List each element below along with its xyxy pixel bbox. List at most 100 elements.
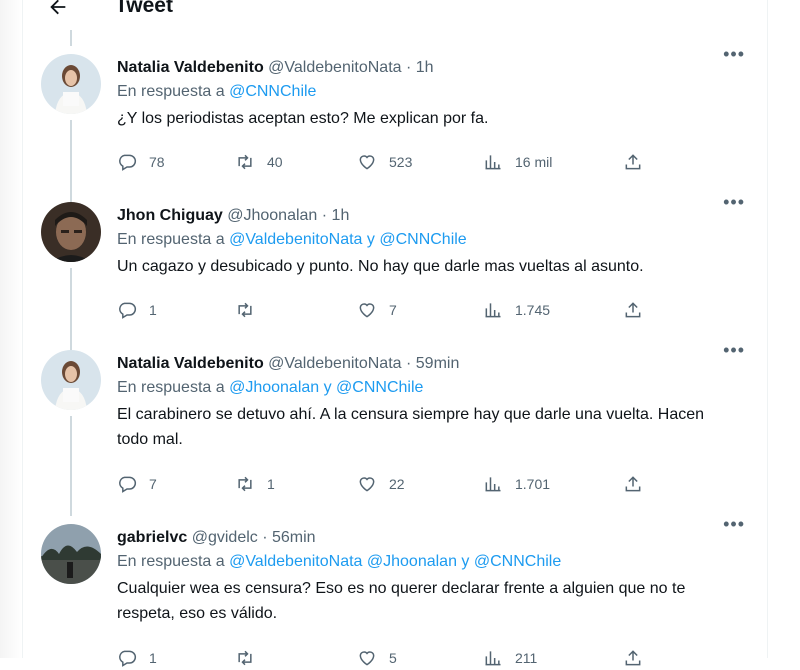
tweet-text: Cualquier wea es censura? Eso es no quer… (117, 580, 686, 622)
tweet-actions: 1 5 211 (117, 646, 657, 670)
author-handle[interactable]: @gvidelc (192, 529, 258, 546)
avatar[interactable] (41, 524, 101, 584)
reply-context: En respuesta a @CNNChile (117, 80, 747, 106)
arrow-left-icon[interactable] (47, 0, 69, 23)
reply-mentions[interactable]: @CNNChile (229, 83, 316, 100)
retweet-icon (238, 302, 252, 318)
reply-button[interactable]: 1 (117, 298, 157, 322)
avatar[interactable] (41, 350, 101, 410)
share-icon (625, 650, 641, 666)
views-button[interactable]: 1.701 (483, 472, 550, 496)
tweet-thread-panel: Tweet Natalia Valdebenito @ValdebenitoNa… (22, 0, 768, 667)
share-button[interactable] (623, 646, 643, 670)
tweet-body: gabrielvc @gvidelc · 56min En respuesta … (117, 526, 747, 667)
view-count: 211 (515, 650, 538, 666)
tweet-4[interactable]: gabrielvc @gvidelc · 56min En respuesta … (23, 510, 767, 667)
thread-line (70, 162, 72, 178)
retweet-icon (238, 650, 252, 666)
more-options-icon[interactable]: ••• (723, 192, 745, 213)
reply-context: En respuesta a @Jhoonalan y @CNNChile (117, 376, 747, 402)
tweet-actions: 7 1 22 1.701 (117, 472, 657, 496)
author-handle[interactable]: @ValdebenitoNata (268, 59, 401, 76)
views-icon (485, 651, 501, 666)
page-title: Tweet (115, 0, 173, 17)
tweet-time[interactable]: · 1h (322, 207, 350, 224)
reply-button[interactable]: 7 (117, 472, 157, 496)
like-count: 5 (389, 650, 397, 666)
reply-mentions[interactable]: @ValdebenitoNata @Jhoonalan y @CNNChile (229, 553, 561, 570)
like-count: 22 (389, 476, 405, 492)
thread-line (70, 30, 72, 46)
share-button[interactable] (623, 472, 643, 496)
like-button[interactable]: 7 (357, 298, 397, 322)
views-button[interactable]: 1.745 (483, 298, 550, 322)
author-handle[interactable]: @ValdebenitoNata (268, 355, 401, 372)
retweet-button[interactable]: 1 (235, 472, 275, 496)
view-count: 16 mil (515, 154, 553, 170)
tweet-time[interactable]: · 1h (406, 59, 434, 76)
reply-button[interactable]: 1 (117, 646, 157, 670)
like-button[interactable]: 523 (357, 150, 412, 174)
share-icon (625, 154, 641, 170)
retweet-button[interactable] (235, 298, 267, 322)
tweet-body: Jhon Chiguay @Jhoonalan · 1h En respuest… (117, 204, 747, 319)
more-options-icon[interactable]: ••• (723, 340, 745, 361)
like-button[interactable]: 22 (357, 472, 405, 496)
more-options-icon[interactable]: ••• (723, 44, 745, 65)
reply-icon (119, 650, 137, 667)
more-options-icon[interactable]: ••• (723, 514, 745, 535)
reply-count: 7 (149, 476, 157, 492)
tweet-text: El carabinero se detuvo ahí. A la censur… (117, 406, 705, 448)
author-name[interactable]: Jhon Chiguay (117, 207, 223, 224)
retweet-count: 40 (267, 154, 283, 170)
view-count: 1.701 (515, 476, 551, 492)
avatar[interactable] (41, 202, 101, 262)
share-button[interactable] (623, 150, 643, 174)
tweet-body: Natalia Valdebenito @ValdebenitoNata · 5… (117, 352, 747, 493)
reply-icon (119, 476, 137, 493)
reply-context: En respuesta a @ValdebenitoNata y @CNNCh… (117, 228, 747, 254)
heart-icon (359, 155, 375, 170)
views-button[interactable]: 16 mil (483, 150, 552, 174)
reply-prefix: En respuesta a (117, 553, 225, 570)
heart-icon (359, 303, 375, 318)
like-button[interactable]: 5 (357, 646, 397, 670)
reply-icon (119, 154, 137, 171)
reply-button[interactable]: 78 (117, 150, 165, 174)
share-button[interactable] (623, 298, 643, 322)
view-count: 1.745 (515, 302, 551, 318)
heart-icon (359, 651, 375, 666)
tweet-time[interactable]: · 56min (262, 529, 315, 546)
heart-icon (359, 477, 375, 492)
reply-prefix: En respuesta a (117, 379, 225, 396)
tweet-text: ¿Y los periodistas aceptan esto? Me expl… (117, 110, 489, 127)
tweet-text: Un cagazo y desubicado y punto. No hay q… (117, 258, 644, 275)
reply-prefix: En respuesta a (117, 83, 225, 100)
author-handle[interactable]: @Jhoonalan (227, 207, 317, 224)
reply-icon (119, 302, 137, 319)
author-name[interactable]: gabrielvc (117, 529, 187, 546)
like-count: 7 (389, 302, 397, 318)
retweet-icon (238, 154, 252, 170)
reply-mentions[interactable]: @ValdebenitoNata y @CNNChile (229, 231, 467, 248)
reply-context: En respuesta a @ValdebenitoNata @Jhoonal… (117, 550, 747, 576)
tweet-3[interactable]: Natalia Valdebenito @ValdebenitoNata · 5… (23, 336, 767, 516)
share-icon (625, 302, 641, 318)
tweet-time[interactable]: · 59min (406, 355, 459, 372)
views-icon (485, 477, 501, 492)
author-name[interactable]: Natalia Valdebenito (117, 59, 264, 76)
tweet-body: Natalia Valdebenito @ValdebenitoNata · 1… (117, 56, 747, 171)
share-icon (625, 476, 641, 492)
avatar[interactable] (41, 54, 101, 114)
tweet-1[interactable]: Natalia Valdebenito @ValdebenitoNata · 1… (23, 30, 767, 202)
views-button[interactable]: 211 (483, 646, 537, 670)
tweet-2[interactable]: Jhon Chiguay @Jhoonalan · 1h En respuest… (23, 162, 767, 352)
reply-mentions[interactable]: @Jhoonalan y @CNNChile (229, 379, 423, 396)
reply-count: 1 (149, 650, 157, 666)
retweet-button[interactable]: 40 (235, 150, 283, 174)
reply-count: 1 (149, 302, 157, 318)
thread-line (70, 416, 72, 516)
retweet-count: 1 (267, 476, 275, 492)
retweet-button[interactable] (235, 646, 267, 670)
author-name[interactable]: Natalia Valdebenito (117, 355, 264, 372)
